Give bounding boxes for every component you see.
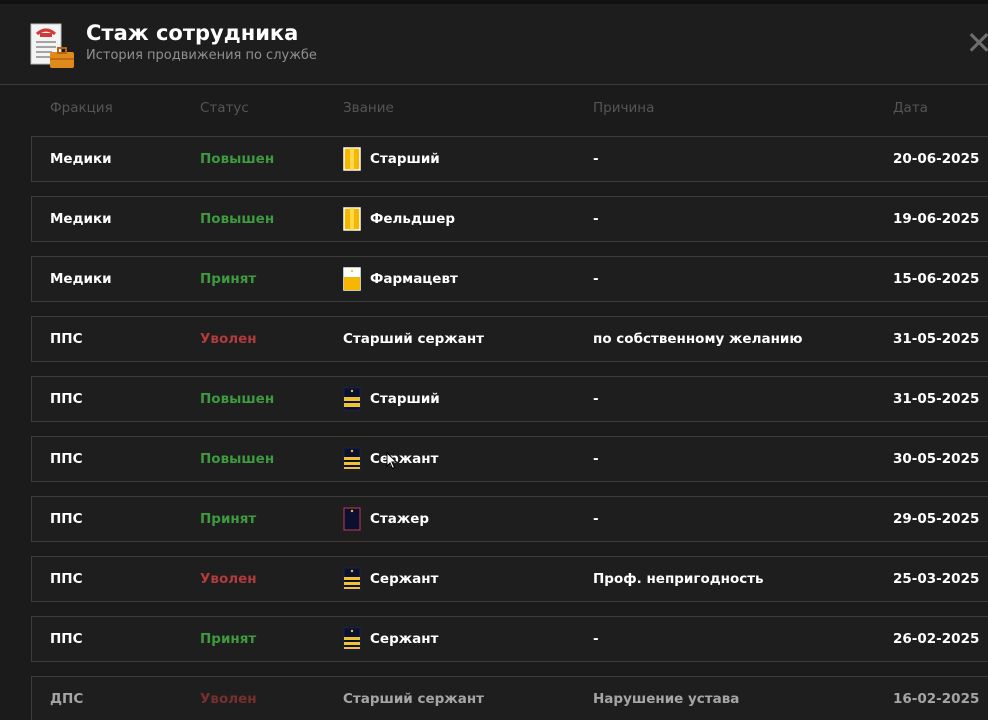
row-reason: - <box>593 451 599 467</box>
row-date: 25-03-2025 <box>893 571 980 587</box>
row-date: 30-05-2025 <box>893 451 980 467</box>
column-faction: Фракция <box>50 100 113 116</box>
row-status: Повышен <box>200 211 275 227</box>
row-rank: Старший <box>343 137 440 181</box>
row-rank-label: Сержант <box>370 571 439 587</box>
row-rank-label: Сержант <box>370 451 439 467</box>
page-subtitle: История продвижения по службе <box>86 48 317 63</box>
row-rank: Старший сержант <box>343 317 484 361</box>
row-rank-label: Стажер <box>370 511 430 527</box>
table-row[interactable]: ППС Уволен Старший сержант по собственно… <box>31 316 988 362</box>
row-status: Уволен <box>200 691 257 707</box>
row-reason: - <box>593 511 599 527</box>
row-rank-label: Сержант <box>370 631 439 647</box>
row-faction: ДПС <box>50 691 84 707</box>
row-rank: Старший <box>343 377 440 421</box>
row-rank: Стажер <box>343 497 429 541</box>
row-date: 29-05-2025 <box>893 511 980 527</box>
row-reason: по собственному желанию <box>593 331 803 347</box>
row-date: 20-06-2025 <box>893 151 980 167</box>
row-rank-label: Фармацевт <box>370 271 458 287</box>
row-rank-label: Старший <box>370 151 440 167</box>
table-row[interactable]: ППС Уволен Сержант Проф. непригодность 2… <box>31 556 988 602</box>
history-table[interactable]: Медики Повышен Старший - 20-06-2025 Меди… <box>0 136 988 720</box>
row-date: 16-02-2025 <box>893 691 980 707</box>
table-row[interactable]: Медики Повышен Фельдшер - 19-06-2025 <box>31 196 988 242</box>
row-status: Принят <box>200 511 257 527</box>
column-status: Статус <box>200 100 249 116</box>
row-date: 19-06-2025 <box>893 211 980 227</box>
row-rank: Фармацевт <box>343 257 458 301</box>
row-reason: - <box>593 151 599 167</box>
row-rank: Фельдшер <box>343 197 455 241</box>
table-row[interactable]: ППС Повышен Старший - 31-05-2025 <box>31 376 988 422</box>
rank-badge-icon <box>343 267 361 291</box>
row-rank: Сержант <box>343 557 438 601</box>
row-faction: ППС <box>50 331 83 347</box>
column-reason: Причина <box>593 100 655 116</box>
table-row[interactable]: ДПС Уволен Старший сержант Нарушение уст… <box>31 676 988 720</box>
row-date: 31-05-2025 <box>893 331 980 347</box>
row-date: 15-06-2025 <box>893 271 980 287</box>
row-date: 26-02-2025 <box>893 631 980 647</box>
row-status: Принят <box>200 631 257 647</box>
row-faction: Медики <box>50 271 112 287</box>
row-rank: Сержант <box>343 617 438 661</box>
row-reason: Нарушение устава <box>593 691 740 707</box>
row-reason: - <box>593 631 599 647</box>
row-rank-label: Фельдшер <box>370 211 456 227</box>
row-status: Повышен <box>200 451 275 467</box>
row-faction: ППС <box>50 451 83 467</box>
rank-badge-icon <box>343 447 361 471</box>
rank-badge-icon <box>343 147 361 171</box>
row-status: Уволен <box>200 331 257 347</box>
rank-badge-icon <box>343 627 361 651</box>
row-date: 31-05-2025 <box>893 391 980 407</box>
document-briefcase-icon <box>30 23 74 68</box>
row-faction: Медики <box>50 151 112 167</box>
page-title: Стаж сотрудника <box>86 21 299 45</box>
column-rank: Звание <box>343 100 394 116</box>
row-rank-label: Старший <box>370 391 440 407</box>
table-row[interactable]: ППС Принят Сержант - 26-02-2025 <box>31 616 988 662</box>
row-status: Уволен <box>200 571 257 587</box>
row-faction: ППС <box>50 511 83 527</box>
row-reason: - <box>593 391 599 407</box>
row-reason: Проф. непригодность <box>593 571 764 587</box>
rank-badge-icon <box>343 567 361 591</box>
table-row[interactable]: Медики Принят Фармацевт - 15-06-2025 <box>31 256 988 302</box>
rank-badge-icon <box>343 387 361 411</box>
row-rank-label: Старший сержант <box>343 691 484 707</box>
row-reason: - <box>593 271 599 287</box>
table-row[interactable]: Медики Повышен Старший - 20-06-2025 <box>31 136 988 182</box>
rank-badge-icon <box>343 507 361 531</box>
row-status: Повышен <box>200 391 275 407</box>
row-rank: Сержант <box>343 437 438 481</box>
row-status: Принят <box>200 271 257 287</box>
row-rank: Старший сержант <box>343 677 484 720</box>
table-header: Фракция Статус Звание Причина Дата <box>0 100 988 120</box>
rank-badge-icon <box>343 207 361 231</box>
row-faction: ППС <box>50 631 83 647</box>
row-rank-label: Старший сержант <box>343 331 484 347</box>
table-row[interactable]: ППС Принят Стажер - 29-05-2025 <box>31 496 988 542</box>
table-row[interactable]: ППС Повышен Сержант - 30-05-2025 <box>31 436 988 482</box>
row-status: Повышен <box>200 151 275 167</box>
row-faction: Медики <box>50 211 112 227</box>
close-icon[interactable]: ✕ <box>962 26 988 60</box>
row-faction: ППС <box>50 571 83 587</box>
modal-header: Стаж сотрудника История продвижения по с… <box>0 4 988 85</box>
column-date: Дата <box>893 100 928 116</box>
row-reason: - <box>593 211 599 227</box>
row-faction: ППС <box>50 391 83 407</box>
